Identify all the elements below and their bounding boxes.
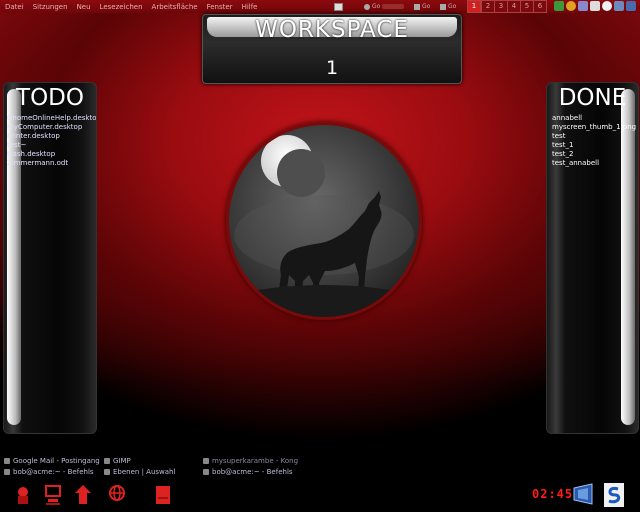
- workspace-button-6[interactable]: 6: [533, 0, 547, 13]
- tray-settings-icon[interactable]: [626, 1, 636, 11]
- todo-file-item[interactable]: Printer.desktop: [7, 132, 96, 141]
- top-task-1[interactable]: Go: [364, 2, 405, 11]
- gimp-icon: [104, 458, 110, 464]
- clock: 02:45: [532, 487, 574, 501]
- terminal-icon: [203, 469, 209, 475]
- browser-icon[interactable]: [108, 484, 126, 506]
- task-karamba[interactable]: mysuperkarambe - Kong: [203, 457, 298, 465]
- wolf-globe-svg: [229, 135, 419, 317]
- menu-lesezeichen[interactable]: Lesezeichen: [100, 3, 143, 11]
- tray-user-icon[interactable]: [578, 1, 588, 11]
- top-task-label: Go: [372, 3, 381, 10]
- todo-file-list: GnomeOnlineHelp.desktop myComputer.deskt…: [7, 114, 96, 168]
- ground-shape: [229, 285, 419, 317]
- done-file-item[interactable]: test: [552, 132, 636, 141]
- todo-title: TODO: [16, 85, 84, 111]
- done-file-list: annabell myscreen_thumb_1.png test test_…: [552, 114, 636, 168]
- todo-file-item[interactable]: test~: [7, 141, 96, 150]
- kde-menu-icon[interactable]: [14, 484, 32, 506]
- done-title: DONE: [558, 85, 627, 111]
- blurred-icon: [382, 4, 405, 9]
- workspace-button-1[interactable]: 1: [467, 0, 481, 13]
- show-desktop-button[interactable]: [334, 2, 343, 11]
- moon-icon: [261, 135, 325, 197]
- task-label: bob@acme:~ - Befehls: [212, 468, 293, 476]
- menu-fenster[interactable]: Fenster: [207, 3, 233, 11]
- task-google-mail[interactable]: Google Mail - Postingang: [4, 457, 100, 465]
- todo-file-item[interactable]: trash.desktop: [7, 150, 96, 159]
- tray-update-icon[interactable]: [566, 1, 576, 11]
- menu-sitzungen[interactable]: Sitzungen: [33, 3, 68, 11]
- workspace-button-4[interactable]: 4: [507, 0, 521, 13]
- kde-icon[interactable]: [572, 482, 594, 506]
- mail-icon: [4, 458, 10, 464]
- top-task-label: Go: [448, 3, 457, 10]
- wolf-globe-image: [226, 122, 422, 320]
- computer-icon[interactable]: [44, 484, 62, 506]
- todo-panel: TODO GnomeOnlineHelp.desktop myComputer.…: [3, 82, 97, 434]
- task-layers-dialog[interactable]: Ebenen | Auswahl: [104, 468, 175, 476]
- workspace-title: WORKSPACE: [255, 17, 409, 43]
- workspace-button-2[interactable]: 2: [481, 0, 495, 13]
- terminal-icon: [4, 469, 10, 475]
- done-file-item[interactable]: test_2: [552, 150, 636, 159]
- task-label: bob@acme:~ - Befehls: [13, 468, 94, 476]
- task-terminal-2[interactable]: bob@acme:~ - Befehls: [203, 468, 293, 476]
- app-icon: [440, 3, 446, 10]
- karamba-icon: [203, 458, 209, 464]
- done-file-item[interactable]: test_annabell: [552, 159, 636, 168]
- top-task-2[interactable]: Go: [414, 2, 430, 11]
- menu-hilfe[interactable]: Hilfe: [242, 3, 258, 11]
- task-label: Ebenen | Auswahl: [113, 468, 176, 476]
- menu-arbeitsflaeche[interactable]: Arbeitsfläche: [152, 3, 198, 11]
- done-file-item[interactable]: test_1: [552, 141, 636, 150]
- tray-app-icon[interactable]: [554, 1, 564, 11]
- task-label: mysuperkarambe - Kong: [212, 457, 299, 465]
- gimp-icon: [104, 469, 110, 475]
- menu-neu[interactable]: Neu: [77, 3, 91, 11]
- office-icon[interactable]: [154, 484, 172, 506]
- todo-file-item[interactable]: myComputer.desktop: [7, 123, 96, 132]
- window-icon: [334, 2, 343, 11]
- tray-info-icon[interactable]: [602, 1, 612, 11]
- tray-clipboard-icon[interactable]: [590, 1, 600, 11]
- app-icon: [364, 3, 370, 10]
- workspace-banner: WORKSPACE 1: [202, 14, 462, 84]
- menu-datei[interactable]: Datei: [5, 3, 24, 11]
- top-task-3[interactable]: Go: [440, 2, 456, 11]
- task-gimp[interactable]: GIMP: [104, 457, 131, 465]
- suse-icon[interactable]: [604, 483, 624, 507]
- top-task-label: Go: [422, 3, 431, 10]
- todo-file-item[interactable]: Zimmermann.odt: [7, 159, 96, 168]
- task-terminal-1[interactable]: bob@acme:~ - Befehls: [4, 468, 94, 476]
- workspace-button-5[interactable]: 5: [520, 0, 534, 13]
- app-icon: [414, 3, 420, 10]
- task-label: GIMP: [113, 457, 131, 465]
- done-file-item[interactable]: myscreen_thumb_1.png: [552, 123, 636, 132]
- todo-file-item[interactable]: GnomeOnlineHelp.desktop: [7, 114, 96, 123]
- done-panel: DONE annabell myscreen_thumb_1.png test …: [546, 82, 639, 434]
- home-icon[interactable]: [74, 484, 92, 506]
- task-label: Google Mail - Postingang: [13, 457, 100, 465]
- workspace-number: 1: [325, 57, 339, 79]
- tray-network-icon[interactable]: [614, 1, 624, 11]
- workspace-button-3[interactable]: 3: [494, 0, 508, 13]
- done-file-item[interactable]: annabell: [552, 114, 636, 123]
